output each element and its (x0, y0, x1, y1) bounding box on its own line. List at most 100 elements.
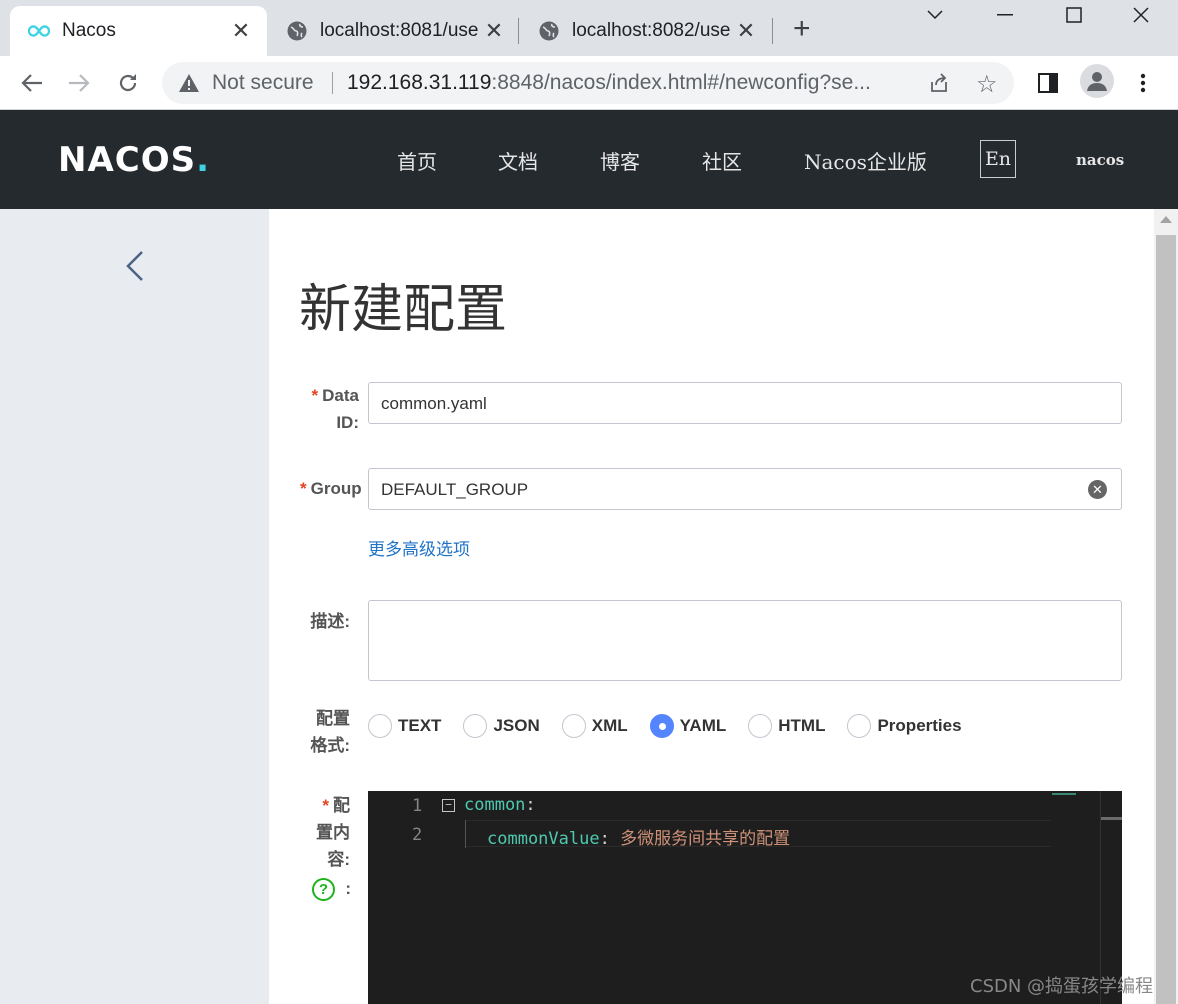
indent-guide (465, 820, 466, 848)
window-close-button[interactable] (1118, 0, 1164, 30)
logo-text: NACOS (58, 140, 197, 180)
line-number: 2 (412, 825, 423, 845)
yaml-value: 多微服务间共享的配置 (620, 829, 791, 849)
nav-docs[interactable]: 文档 (498, 146, 538, 175)
required-mark: * (311, 386, 319, 405)
radio-label: XML (591, 716, 628, 735)
code-line: commonValue: 多微服务间共享的配置 (487, 824, 790, 849)
group-value: DEFAULT_GROUP (381, 480, 529, 499)
help-icon[interactable]: ? (312, 878, 335, 901)
nav-home[interactable]: 首页 (397, 146, 437, 175)
language-toggle[interactable]: En (980, 140, 1016, 178)
radio-label: JSON (493, 716, 540, 735)
nav-community[interactable]: 社区 (702, 146, 742, 175)
warning-icon[interactable] (178, 73, 200, 98)
editor-scrollbar-thumb[interactable] (1101, 817, 1122, 820)
radio-label: HTML (778, 716, 826, 735)
maximize-button[interactable] (1051, 0, 1097, 30)
radio-circle-selected[interactable] (649, 714, 674, 738)
address-bar[interactable]: Not secure 192.168.31.119:8848/nacos/ind… (162, 62, 1014, 104)
content-label: * 配 置内 容: (294, 792, 350, 873)
minimize-button[interactable] (982, 0, 1028, 30)
label-text: 容: (327, 850, 350, 869)
main-content: 新建配置 * Data ID: common.yaml * Group DEFAUL… (269, 209, 1154, 1004)
page-scrollbar[interactable] (1154, 209, 1178, 1004)
radio-circle[interactable] (748, 714, 773, 738)
label-text: 置内 (316, 823, 350, 842)
tab-nacos[interactable]: Nacos ✕ (10, 6, 267, 56)
chevron-down-icon[interactable] (912, 0, 958, 30)
side-panel-icon[interactable] (1033, 68, 1063, 98)
radio-circle[interactable] (368, 714, 392, 738)
tab-localhost-8081[interactable]: localhost:8081/use ✕ (270, 6, 515, 56)
label-text: ID: (336, 413, 359, 432)
user-menu[interactable]: nacos (1076, 151, 1124, 169)
required-mark: * (322, 796, 329, 815)
minimap-preview (1052, 793, 1076, 795)
bookmark-star-icon[interactable]: ☆ (976, 70, 998, 99)
share-icon[interactable] (928, 72, 950, 99)
tab-label: localhost:8082/use (572, 20, 730, 41)
chevron-left-icon[interactable] (120, 247, 150, 287)
radio-circle[interactable] (847, 714, 872, 738)
code-line: common: (464, 795, 536, 815)
tab-separator (518, 18, 519, 44)
url-text[interactable]: 192.168.31.119:8848/nacos/index.html#/ne… (347, 71, 907, 95)
divider (332, 72, 333, 94)
close-icon[interactable]: ✕ (229, 18, 253, 44)
radio-html[interactable]: HTML (748, 714, 825, 738)
label-text: 格式: (310, 736, 350, 755)
sidebar (0, 209, 269, 1004)
radio-circle[interactable] (463, 714, 488, 738)
scroll-up-arrow-icon[interactable] (1160, 216, 1172, 223)
yaml-key: commonValue (487, 829, 600, 849)
description-textarea[interactable] (368, 600, 1122, 681)
browser-tab-strip: Nacos ✕ localhost:8081/use ✕ localhost:8… (0, 0, 1178, 56)
tab-label: localhost:8081/use (320, 20, 478, 41)
nacos-header: NACOS. 首页 文档 博客 社区 Nacos企业版 En nacos (0, 110, 1178, 209)
radio-properties[interactable]: Properties (847, 714, 962, 738)
profile-avatar-icon[interactable] (1080, 64, 1114, 98)
back-arrow-icon[interactable] (17, 68, 47, 98)
tab-localhost-8082[interactable]: localhost:8082/use ✕ (522, 6, 767, 56)
radio-circle[interactable] (561, 714, 586, 738)
more-menu-icon[interactable] (1128, 68, 1158, 98)
nav-blog[interactable]: 博客 (600, 146, 640, 175)
data-id-label: * Data ID: (294, 382, 359, 436)
watermark: CSDN @捣蛋孩学编程 (970, 976, 1154, 997)
radio-label: TEXT (398, 716, 442, 735)
advanced-options-link[interactable]: 更多高级选项 (368, 535, 470, 560)
group-input[interactable]: DEFAULT_GROUP ✕ (368, 468, 1122, 510)
new-tab-button[interactable]: + (793, 14, 811, 44)
label-text: 配 (333, 796, 350, 815)
scrollbar-thumb[interactable] (1156, 235, 1176, 1004)
tab-label: Nacos (62, 20, 116, 41)
format-radio-group: TEXT JSON XML YAML HTML Properties (368, 712, 984, 740)
radio-json[interactable]: JSON (463, 714, 540, 738)
fold-toggle-icon[interactable]: − (442, 799, 455, 812)
not-secure-label[interactable]: Not secure (212, 71, 314, 95)
label-colon: : (345, 879, 351, 898)
url-path: :8848/nacos/index.html#/newconfig?se... (491, 71, 871, 94)
radio-xml[interactable]: XML (561, 714, 628, 738)
radio-yaml[interactable]: YAML (649, 714, 726, 738)
data-id-input[interactable]: common.yaml (368, 382, 1122, 424)
group-label: * Group (294, 475, 368, 502)
radio-text[interactable]: TEXT (368, 714, 441, 738)
forward-arrow-icon[interactable] (64, 68, 94, 98)
label-text: Group (310, 479, 362, 498)
globe-icon (538, 20, 560, 42)
close-icon[interactable]: ✕ (734, 18, 758, 44)
nav-enterprise[interactable]: Nacos企业版 (804, 146, 927, 175)
clear-icon[interactable]: ✕ (1088, 480, 1107, 499)
yaml-separator: : (599, 829, 621, 849)
label-text: 配置 (316, 709, 350, 728)
reload-icon[interactable] (113, 68, 143, 98)
globe-icon (286, 20, 308, 42)
nacos-logo[interactable]: NACOS. (58, 140, 210, 180)
browser-toolbar: Not secure 192.168.31.119:8848/nacos/ind… (0, 56, 1178, 110)
description-label: 描述: (310, 612, 350, 631)
yaml-separator: : (525, 795, 536, 815)
close-icon[interactable]: ✕ (482, 18, 506, 44)
radio-label: Properties (877, 716, 962, 735)
